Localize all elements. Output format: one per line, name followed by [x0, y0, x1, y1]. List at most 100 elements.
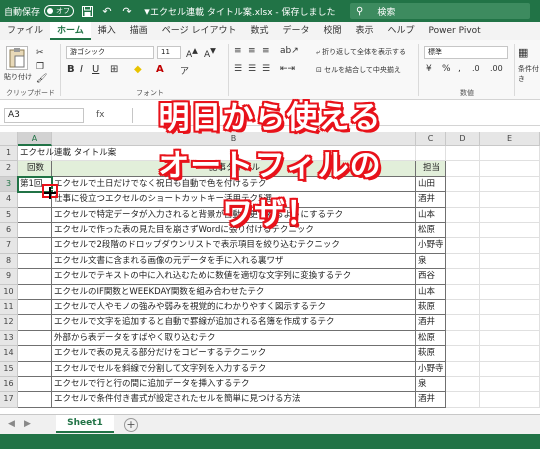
cell[interactable] — [446, 253, 480, 270]
entry-title-cell[interactable]: エクセルでセルを斜線で分割して文字列を入力するテク — [52, 361, 416, 377]
row-header-7[interactable]: 7 — [0, 238, 18, 254]
sheet-prev-icon[interactable]: ◀ — [8, 419, 15, 429]
tab-10[interactable]: Power Pivot — [422, 22, 488, 40]
align-top-icon[interactable]: ≡ — [234, 46, 242, 56]
conditional-format-icon[interactable]: ▦ — [518, 46, 528, 59]
shrink-font-icon[interactable]: A▼ — [204, 46, 216, 60]
cell[interactable] — [480, 238, 540, 254]
sheet-tab-sheet1[interactable]: Sheet1 — [56, 415, 114, 433]
row-header-13[interactable]: 13 — [0, 330, 18, 347]
entry-no-cell[interactable] — [18, 269, 52, 285]
row-header-11[interactable]: 11 — [0, 300, 18, 316]
row-header-10[interactable]: 10 — [0, 284, 18, 300]
tab-9[interactable]: ヘルプ — [381, 22, 422, 40]
row-header-9[interactable]: 9 — [0, 269, 18, 285]
font-color-icon[interactable]: A — [156, 64, 164, 75]
entry-title-cell[interactable]: エクセルで人やモノの強みや弱みを視覚的にわかりやすく図示するテク — [52, 300, 416, 316]
cell[interactable] — [480, 253, 540, 270]
row-header-14[interactable]: 14 — [0, 346, 18, 362]
cell[interactable] — [446, 269, 480, 285]
cell[interactable] — [480, 346, 540, 362]
cell[interactable] — [480, 377, 540, 393]
entry-owner-cell[interactable]: 泉 — [416, 377, 446, 393]
borders-icon[interactable]: ⊞ — [110, 64, 118, 75]
decrease-decimal-icon[interactable]: .00 — [490, 64, 503, 73]
entry-owner-cell[interactable]: 萩原 — [416, 300, 446, 316]
currency-icon[interactable]: ¥ — [426, 64, 432, 74]
wrap-text-button[interactable]: ⤶ 折り返して全体を表示する — [316, 47, 406, 57]
phonetic-icon[interactable]: ア — [180, 64, 189, 77]
conditional-format-label[interactable]: 条件付き — [518, 64, 540, 84]
entry-no-cell[interactable] — [18, 315, 52, 331]
entry-no-cell[interactable] — [18, 284, 52, 300]
tab-3[interactable]: 描画 — [123, 22, 155, 40]
fill-color-icon[interactable]: ◆ — [134, 64, 142, 75]
tab-2[interactable]: 挿入 — [91, 22, 123, 40]
entry-title-cell[interactable]: エクセルで表の見える部分だけをコピーするテクニック — [52, 346, 416, 362]
cell[interactable] — [446, 238, 480, 254]
entry-no-cell[interactable] — [18, 392, 52, 408]
tab-4[interactable]: ページ レイアウト — [155, 22, 244, 40]
entry-no-cell[interactable] — [18, 330, 52, 347]
cell[interactable] — [446, 315, 480, 331]
paste-icon[interactable] — [6, 46, 28, 70]
row-header-16[interactable]: 16 — [0, 377, 18, 393]
cell[interactable] — [446, 284, 480, 300]
italic-icon[interactable]: I — [80, 64, 83, 75]
row-header-12[interactable]: 12 — [0, 315, 18, 331]
cell[interactable] — [480, 300, 540, 316]
entry-no-cell[interactable] — [18, 377, 52, 393]
align-left-icon[interactable]: ☰ — [234, 64, 242, 74]
align-middle-icon[interactable]: ≡ — [248, 46, 256, 56]
row-header-8[interactable]: 8 — [0, 253, 18, 270]
tab-7[interactable]: 校閲 — [317, 22, 349, 40]
entry-no-cell[interactable] — [18, 238, 52, 254]
tab-5[interactable]: 数式 — [243, 22, 275, 40]
align-bottom-icon[interactable]: ≡ — [262, 46, 270, 56]
cell[interactable] — [446, 330, 480, 347]
merge-center-button[interactable]: ⊡ セルを結合して中央揃え — [316, 65, 401, 75]
autosave-toggle[interactable]: オフ — [44, 5, 75, 17]
entry-owner-cell[interactable]: 泉 — [416, 253, 446, 270]
align-center-icon[interactable]: ☰ — [248, 64, 256, 74]
tab-1[interactable]: ホーム — [50, 22, 91, 40]
save-icon[interactable] — [80, 4, 94, 18]
entry-owner-cell[interactable]: 西谷 — [416, 269, 446, 285]
redo-icon[interactable]: ↷ — [120, 4, 134, 18]
cell[interactable] — [446, 392, 480, 408]
cell[interactable] — [480, 315, 540, 331]
add-sheet-icon[interactable]: + — [124, 418, 138, 432]
entry-title-cell[interactable]: 外部から表データをすばやく取り込むテク — [52, 330, 416, 347]
tab-6[interactable]: データ — [275, 22, 316, 40]
entry-owner-cell[interactable]: 萩原 — [416, 346, 446, 362]
format-painter-icon[interactable]: 🖌 — [36, 74, 47, 84]
entry-title-cell[interactable]: エクセル文書に含まれる画像の元データを手に入れる裏ワザ — [52, 253, 416, 270]
row-header-15[interactable]: 15 — [0, 361, 18, 377]
cell[interactable] — [446, 377, 480, 393]
entry-owner-cell[interactable]: 山本 — [416, 284, 446, 300]
entry-title-cell[interactable]: エクセルで文字を追加すると自動で罫線が追加される名簿を作成するテク — [52, 315, 416, 331]
orientation-icon[interactable]: ab↗ — [280, 46, 299, 56]
entry-title-cell[interactable]: エクセルで2段階のドロップダウンリストで表示項目を絞り込むテクニック — [52, 238, 416, 254]
entry-owner-cell[interactable]: 小野寺 — [416, 238, 446, 254]
entry-no-cell[interactable] — [18, 253, 52, 270]
cell[interactable] — [480, 284, 540, 300]
copy-icon[interactable]: ❐ — [36, 62, 44, 72]
entry-no-cell[interactable] — [18, 300, 52, 316]
comma-icon[interactable]: , — [458, 64, 461, 74]
cell[interactable] — [480, 361, 540, 377]
cell[interactable] — [480, 392, 540, 408]
tab-8[interactable]: 表示 — [349, 22, 381, 40]
cell[interactable] — [480, 330, 540, 347]
cell[interactable] — [446, 346, 480, 362]
font-name-select[interactable]: 游ゴシック — [66, 46, 154, 59]
entry-owner-cell[interactable]: 小野寺 — [416, 361, 446, 377]
entry-owner-cell[interactable]: 酒井 — [416, 315, 446, 331]
cut-icon[interactable]: ✂ — [36, 48, 44, 58]
underline-icon[interactable]: U — [92, 64, 99, 75]
number-format-select[interactable]: 標準 — [424, 46, 508, 59]
sheet-next-icon[interactable]: ▶ — [24, 419, 31, 429]
increase-decimal-icon[interactable]: .0 — [472, 64, 480, 73]
entry-title-cell[interactable]: エクセルでテキストの中に入れ込むために数値を適切な文字列に変換するテク — [52, 269, 416, 285]
entry-no-cell[interactable] — [18, 361, 52, 377]
